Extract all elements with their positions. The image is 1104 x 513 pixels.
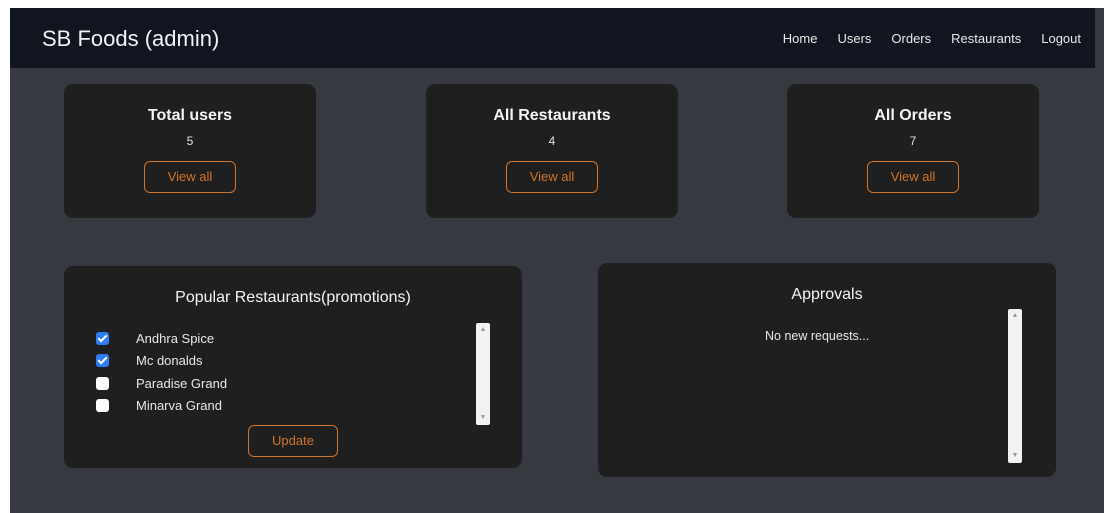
nav-link-restaurants[interactable]: Restaurants xyxy=(951,31,1021,46)
promotions-scrollbar[interactable]: ▲ ▼ xyxy=(476,323,490,425)
restaurant-label: Paradise Grand xyxy=(136,375,228,391)
list-item[interactable]: Andhra Spice xyxy=(96,327,227,350)
checkbox-paradise-grand[interactable] xyxy=(96,376,109,390)
approvals-empty-message: No new requests... xyxy=(765,329,870,343)
approvals-scrollbar[interactable]: ▲ ▼ xyxy=(1008,309,1022,463)
list-item[interactable]: Minarva Grand xyxy=(96,395,227,418)
scroll-up-arrow-icon[interactable]: ▲ xyxy=(1008,311,1022,321)
card-count: 5 xyxy=(186,134,194,148)
card-title: Approvals xyxy=(791,286,863,303)
total-users-card: Total users 5 View all xyxy=(64,84,316,218)
view-all-restaurants-button[interactable]: View all xyxy=(506,161,598,193)
nav-link-orders[interactable]: Orders xyxy=(891,31,931,46)
card-title: All Restaurants xyxy=(493,107,611,124)
all-restaurants-card: All Restaurants 4 View all xyxy=(426,84,678,218)
popular-restaurants-card: Popular Restaurants(promotions) Andhra S… xyxy=(64,266,522,468)
approvals-card: Approvals No new requests... ▲ ▼ xyxy=(598,263,1056,477)
promotions-list: Andhra Spice Mc donalds Paradise Grand M… xyxy=(96,327,227,417)
card-title: Total users xyxy=(147,107,233,124)
restaurant-label: Minarva Grand xyxy=(136,398,222,414)
nav-link-home[interactable]: Home xyxy=(783,31,818,46)
checkbox-minarva-grand[interactable] xyxy=(96,399,109,413)
scroll-down-arrow-icon[interactable]: ▼ xyxy=(1008,451,1022,461)
top-navbar: SB Foods (admin) Home Users Orders Resta… xyxy=(10,8,1095,68)
list-item[interactable]: Paradise Grand xyxy=(96,372,227,395)
nav-link-users[interactable]: Users xyxy=(837,31,871,46)
nav-links: Home Users Orders Restaurants Logout xyxy=(783,31,1081,46)
card-count: 4 xyxy=(548,134,556,148)
checkbox-andhra-spice[interactable] xyxy=(96,331,109,345)
restaurant-label: Andhra Spice xyxy=(136,330,215,346)
checkbox-mc-donalds[interactable] xyxy=(96,354,109,368)
view-all-users-button[interactable]: View all xyxy=(144,161,236,193)
update-button[interactable]: Update xyxy=(248,425,338,457)
card-count: 7 xyxy=(909,134,917,148)
nav-link-logout[interactable]: Logout xyxy=(1041,31,1081,46)
scroll-down-arrow-icon[interactable]: ▼ xyxy=(476,413,490,423)
card-title: All Orders xyxy=(874,107,952,124)
restaurant-label: Mc donalds xyxy=(136,353,203,369)
list-item[interactable]: Mc donalds xyxy=(96,350,227,373)
card-title: Popular Restaurants(promotions) xyxy=(175,289,411,306)
scroll-up-arrow-icon[interactable]: ▲ xyxy=(476,325,490,335)
all-orders-card: All Orders 7 View all xyxy=(787,84,1039,218)
view-all-orders-button[interactable]: View all xyxy=(867,161,959,193)
brand-title[interactable]: SB Foods (admin) xyxy=(42,26,219,52)
